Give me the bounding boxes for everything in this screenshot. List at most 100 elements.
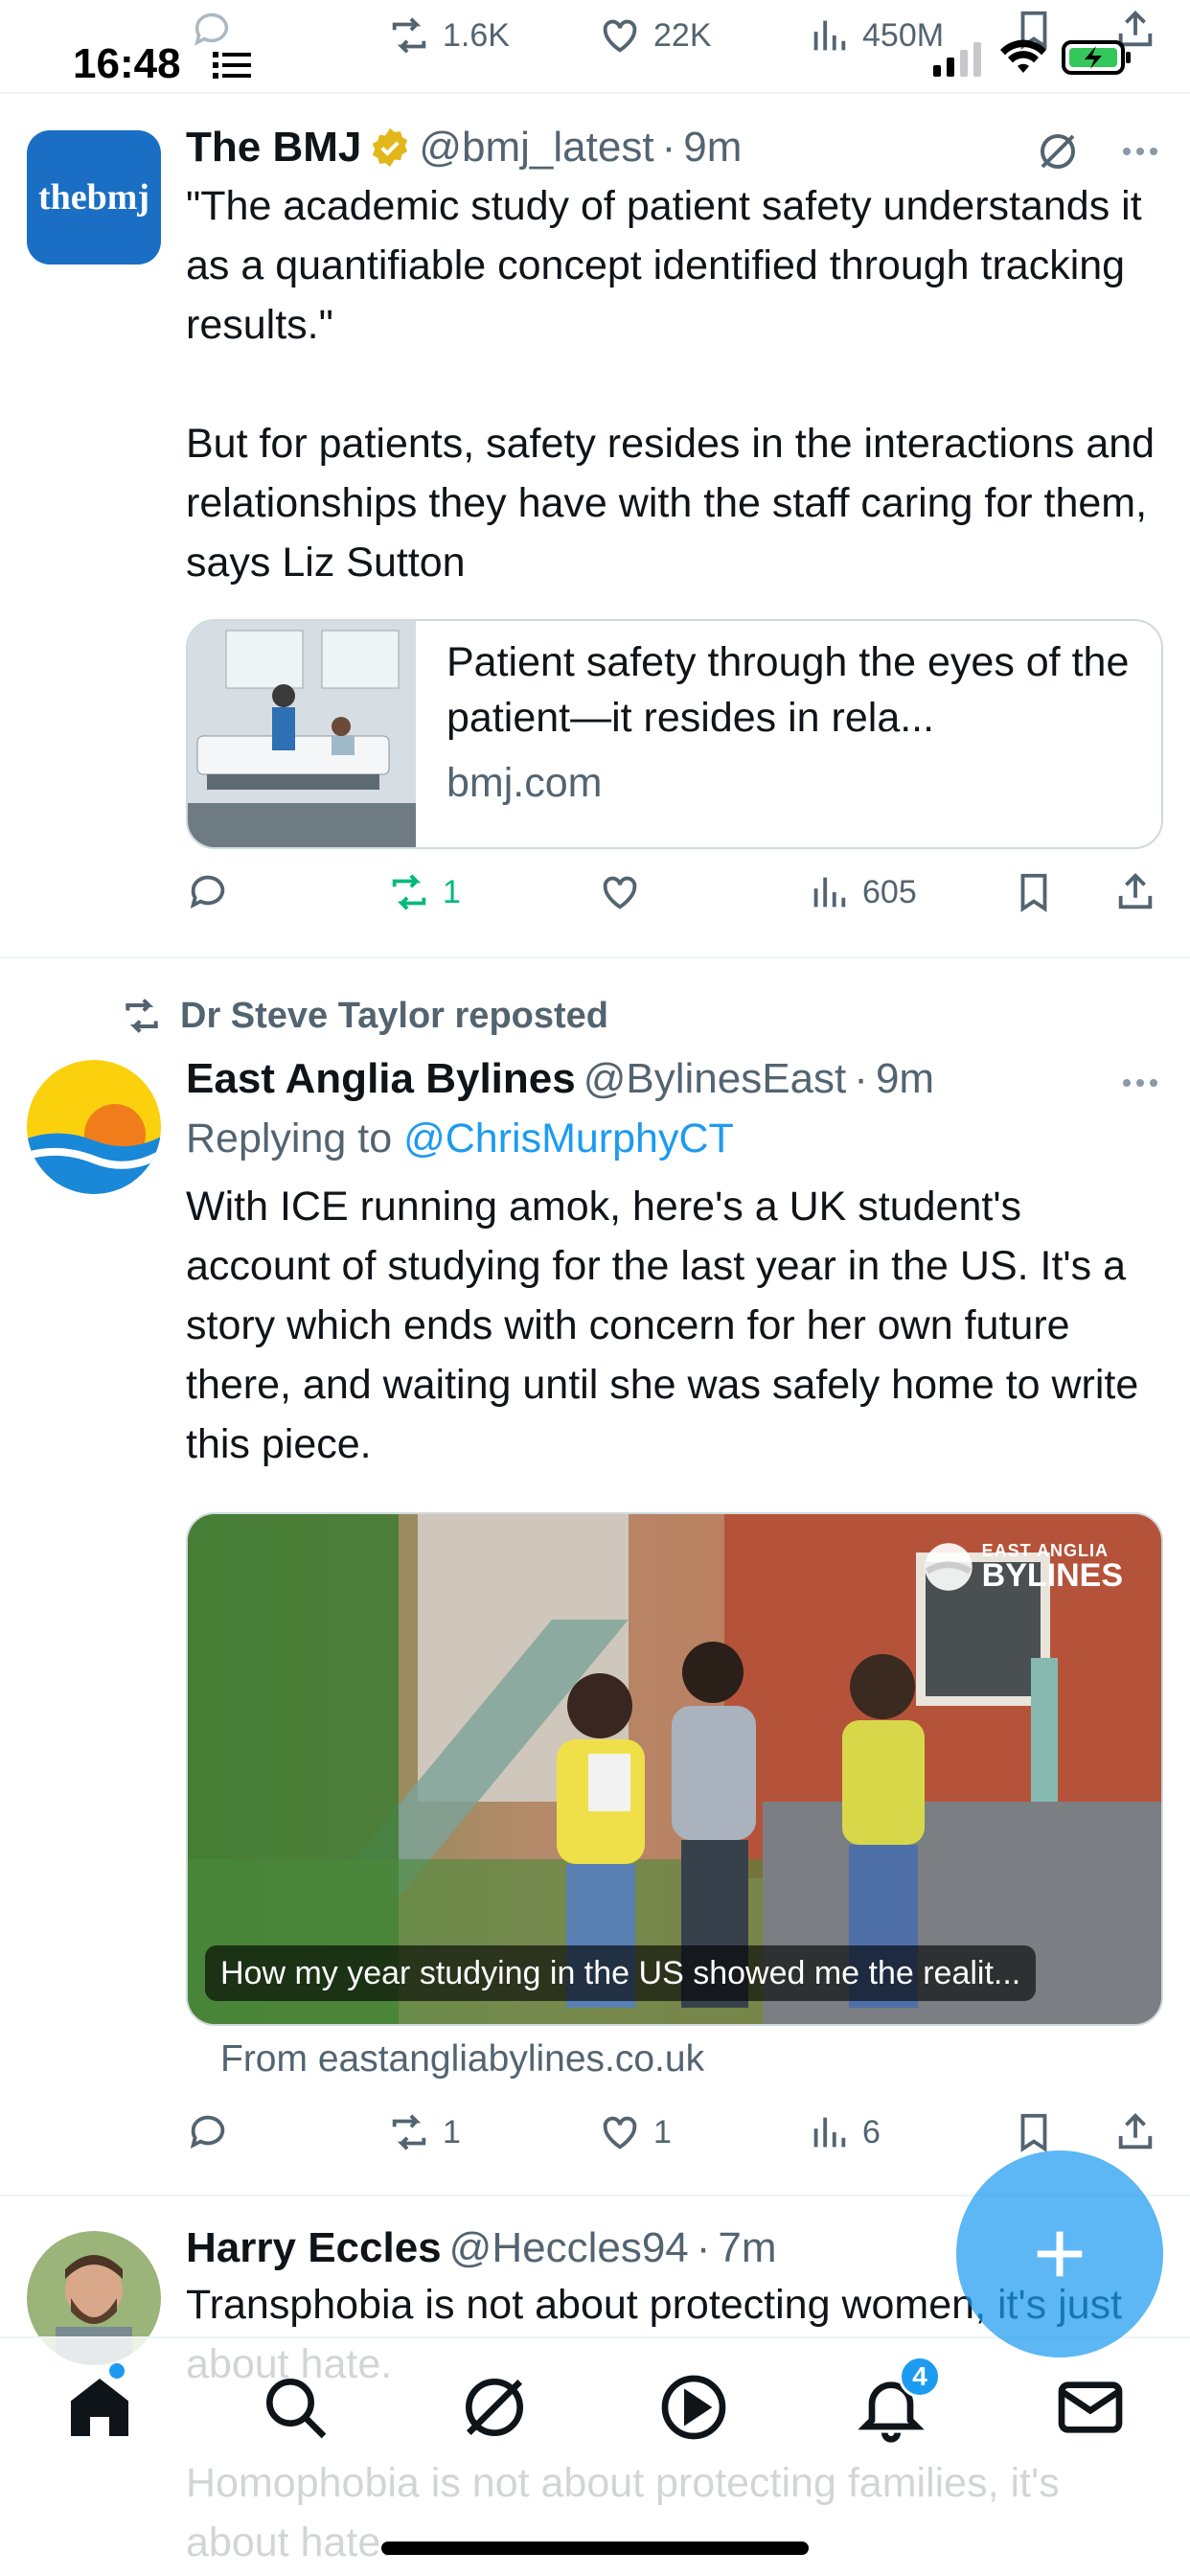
verified-badge-icon <box>373 127 408 168</box>
repost-attribution[interactable]: Dr Steve Taylor reposted <box>121 995 608 1037</box>
repost-count: 1 <box>443 873 461 910</box>
cellular-signal-icon <box>933 42 981 77</box>
publisher-logo-icon <box>924 1543 973 1591</box>
more-options-icon[interactable] <box>1117 1060 1163 1106</box>
publisher-logo: EAST ANGLIA BYLINES <box>923 1541 1123 1593</box>
link-card-thumbnail <box>188 621 416 847</box>
tweet-text: With ICE running amok, here's a UK stude… <box>186 1184 1151 1467</box>
tab-video[interactable] <box>655 2369 732 2446</box>
views-icon <box>813 20 846 51</box>
tweet-header: East Anglia Bylines @BylinesEast · 9m <box>186 1052 1163 1106</box>
share-icon <box>1118 2113 1153 2150</box>
repost-icon <box>392 2114 426 2150</box>
publisher-logo-line2: BYLINES <box>981 1557 1123 1594</box>
views-count: 605 <box>862 873 917 910</box>
author-name[interactable]: The BMJ <box>186 121 361 174</box>
system-status <box>931 38 1134 77</box>
repost-icon <box>392 17 426 54</box>
tab-messages[interactable] <box>1052 2369 1129 2446</box>
replying-to-prefix: Replying to <box>186 1116 404 1162</box>
play-icon <box>661 2375 726 2440</box>
reply-icon <box>190 875 225 908</box>
tab-grok[interactable] <box>456 2369 533 2446</box>
ghost-repost[interactable]: 1.6K <box>387 13 510 58</box>
avatar[interactable]: thebmj <box>27 130 161 264</box>
link-source[interactable]: From eastangliabylines.co.uk <box>220 2036 704 2083</box>
reply-button[interactable] <box>186 870 230 914</box>
clock: 16:48 <box>73 40 181 87</box>
dot-separator: · <box>661 124 676 171</box>
home-indicator <box>381 2542 809 2555</box>
author-handle[interactable]: @Heccles94 <box>449 2221 689 2275</box>
repost-icon <box>392 874 426 910</box>
tab-search[interactable] <box>257 2369 333 2446</box>
replying-to: Replying to @ChrisMurphyCT <box>186 1106 1163 1171</box>
tweet[interactable]: thebmj The BMJ @bmj_latest · 9m "The aca… <box>0 96 1190 958</box>
like-button[interactable]: 1 <box>598 2110 672 2154</box>
dot-separator: · <box>696 2224 711 2271</box>
reply-icon <box>190 2115 225 2149</box>
avatar-logo-text: thebmj <box>37 177 150 218</box>
bottom-tab-bar: 4 <box>0 2336 1190 2576</box>
tab-notifications[interactable]: 4 <box>853 2356 941 2446</box>
link-card[interactable]: Patient safety through the eyes of the p… <box>186 619 1163 849</box>
replying-to-handle[interactable]: @ChrisMurphyCT <box>403 1116 734 1162</box>
share-icon <box>1118 873 1153 909</box>
bookmark-icon <box>1020 2113 1047 2152</box>
bookmark-button[interactable] <box>1012 2110 1056 2154</box>
like-count: 1 <box>653 2113 672 2150</box>
compose-fab[interactable] <box>956 2150 1163 2358</box>
tweet-header: The BMJ @bmj_latest · 9m <box>186 121 1163 174</box>
unread-dot <box>109 2363 125 2379</box>
list-icon <box>213 52 251 79</box>
repost-button[interactable]: 1 <box>387 2110 461 2154</box>
repost-count: 1 <box>443 2113 461 2150</box>
tweet-time: 7m <box>718 2224 777 2271</box>
home-icon <box>71 2379 128 2436</box>
share-button[interactable] <box>1113 2110 1157 2154</box>
ghost-like-count: 22K <box>653 16 712 54</box>
bookmark-button[interactable] <box>1012 870 1056 914</box>
tweet-text: "The academic study of patient safety un… <box>186 183 1156 586</box>
media-caption-text: How my year studying in the US showed me… <box>220 1955 1021 1991</box>
wifi-icon <box>1000 39 1046 73</box>
status-bar: 1.6K 22K 450M 16:48 <box>0 0 1190 94</box>
heart-icon <box>603 876 637 909</box>
reply-button[interactable] <box>186 2110 230 2154</box>
views-icon <box>813 2117 846 2148</box>
tweet[interactable]: Dr Steve Taylor reposted East Anglia Byl… <box>0 960 1190 2196</box>
ghost-like[interactable]: 22K <box>598 13 712 58</box>
mail-icon <box>1058 2381 1123 2433</box>
dot-separator: · <box>854 1055 868 1102</box>
views-button[interactable]: 605 <box>807 870 917 914</box>
search-icon <box>266 2379 327 2439</box>
tweet-body: The BMJ @bmj_latest · 9m "The academic s… <box>186 121 1163 592</box>
views-icon <box>813 877 846 908</box>
repost-button[interactable]: 1 <box>387 870 461 914</box>
share-button[interactable] <box>1113 870 1157 914</box>
author-name[interactable]: Harry Eccles <box>186 2221 442 2275</box>
views-button[interactable]: 6 <box>807 2110 881 2154</box>
tweet-actions: 1 605 <box>186 870 1163 928</box>
bookmark-icon <box>1020 873 1047 912</box>
tweet-body: East Anglia Bylines @BylinesEast · 9m Re… <box>186 1052 1163 1474</box>
more-options-icon[interactable] <box>1117 128 1163 174</box>
media-card[interactable]: EAST ANGLIA BYLINES How my year studying… <box>186 1512 1163 2026</box>
battery-charging-icon <box>1062 40 1131 75</box>
ghost-views[interactable]: 450M <box>807 13 944 58</box>
author-handle[interactable]: @BylinesEast <box>584 1052 847 1106</box>
grok-icon <box>466 2379 523 2436</box>
like-button[interactable] <box>598 870 642 914</box>
link-card-title: Patient safety through the eyes of the p… <box>446 639 1130 741</box>
notifications-badge: 4 <box>899 2356 941 2398</box>
tab-home[interactable] <box>61 2363 138 2446</box>
repost-icon <box>126 999 158 1033</box>
author-handle[interactable]: @bmj_latest <box>419 121 653 174</box>
grok-icon[interactable] <box>1035 128 1081 174</box>
link-card-domain: bmj.com <box>446 760 603 806</box>
tweet-time: 9m <box>683 124 743 171</box>
avatar[interactable] <box>27 1060 161 1194</box>
media-caption: How my year studying in the US showed me… <box>205 1945 1037 2001</box>
author-name[interactable]: East Anglia Bylines <box>186 1052 576 1106</box>
heart-icon <box>603 2116 637 2150</box>
